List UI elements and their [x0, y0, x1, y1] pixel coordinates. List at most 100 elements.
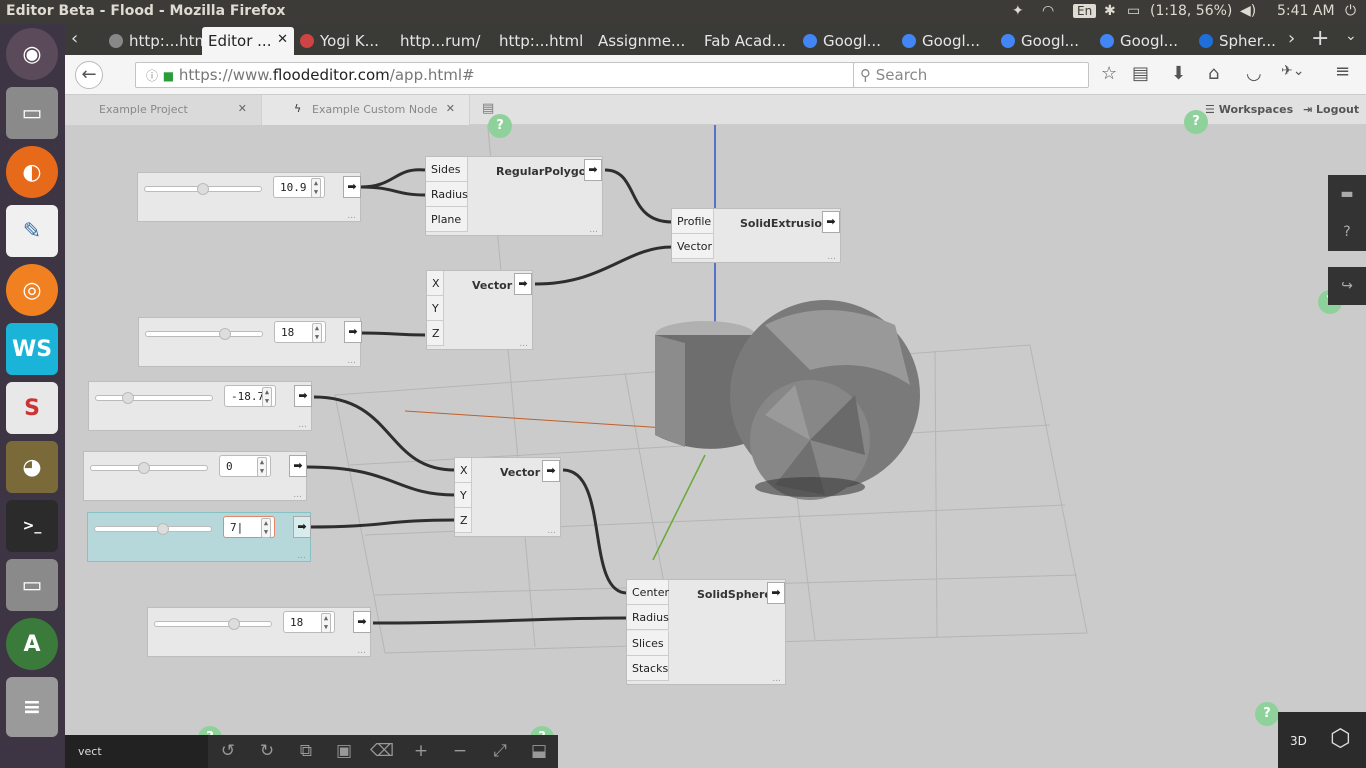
vector-node[interactable]: X Y Z Vector ➡ ... — [454, 457, 561, 537]
terminal-icon[interactable]: >_ — [6, 500, 58, 552]
solid-sphere-node[interactable]: Center Radius Slices Stacks SolidSphere … — [626, 579, 786, 685]
slack-icon[interactable]: S — [6, 382, 58, 434]
copy-icon[interactable]: ⧉ — [291, 741, 321, 761]
output-arrow-button[interactable]: ➡ — [767, 582, 785, 604]
node-options[interactable]: ... — [772, 674, 781, 684]
browser-tab[interactable]: http:...html — [493, 27, 592, 55]
slider-track[interactable] — [144, 183, 262, 195]
browser-tab[interactable]: Assignme... — [592, 27, 698, 55]
input-port-z[interactable]: Z — [455, 508, 472, 533]
input-port-y[interactable]: Y — [427, 296, 444, 321]
battery-icon[interactable]: ▭ — [1127, 3, 1140, 19]
number-input[interactable]: 10.9 ▲ ▼ — [273, 176, 325, 198]
spinner[interactable]: ▲ ▼ — [257, 457, 267, 477]
new-workspace-icon[interactable]: ▤ — [482, 101, 494, 116]
regular-polygon-node[interactable]: Sides Radius Plane RegularPolygon ➡ ... — [425, 156, 603, 236]
output-arrow-button[interactable]: ➡ — [289, 455, 307, 477]
slider-thumb[interactable] — [228, 618, 240, 630]
firefox-icon[interactable]: ◐ — [6, 146, 58, 198]
number-input[interactable]: 0 ▲ ▼ — [219, 455, 271, 477]
export-icon[interactable]: ⬓ — [524, 741, 554, 761]
browser-tab[interactable]: http...rum/ — [394, 27, 493, 55]
input-port-z[interactable]: Z — [427, 321, 444, 346]
browser-tab[interactable]: Spher... — [1193, 27, 1275, 55]
bookmark-star-icon[interactable]: ☆ — [1101, 63, 1117, 84]
help-button[interactable]: ? — [488, 114, 512, 138]
files-icon[interactable]: ▭ — [6, 559, 58, 611]
input-port-slices[interactable]: Slices — [627, 631, 669, 656]
input-port-vector[interactable]: Vector — [672, 234, 714, 259]
blender-icon[interactable]: ◎ — [6, 264, 58, 316]
tabs-scroll-right-icon[interactable]: › — [1288, 28, 1295, 49]
node-options[interactable]: ... — [357, 646, 366, 656]
input-port-plane[interactable]: Plane — [426, 207, 468, 232]
new-tab-icon[interactable]: + — [1311, 26, 1329, 51]
text-editor-icon[interactable]: ✎ — [6, 205, 58, 257]
close-tab-icon[interactable]: ✕ — [277, 32, 288, 47]
fit-view-icon[interactable]: ⤢ — [485, 741, 515, 761]
node-options[interactable]: ... — [589, 225, 598, 235]
info-icon[interactable]: ⓘ — [146, 69, 158, 83]
input-port-radius[interactable]: Radius — [627, 605, 669, 630]
node-search-input[interactable]: vect — [65, 735, 208, 768]
input-port-sides[interactable]: Sides — [426, 157, 468, 182]
updater-icon[interactable]: A — [6, 618, 58, 670]
node-options[interactable]: ... — [547, 526, 556, 536]
help-button[interactable]: ? — [1184, 110, 1208, 134]
paste-icon[interactable]: ▣ — [329, 741, 359, 761]
slider-thumb[interactable] — [219, 328, 231, 340]
slider-track[interactable] — [94, 523, 212, 535]
node-options[interactable]: ... — [298, 420, 307, 430]
home-icon[interactable]: ⌂ — [1208, 63, 1219, 84]
input-port-center[interactable]: Center — [627, 580, 669, 605]
downloads-icon[interactable]: ⬇ — [1171, 63, 1186, 84]
close-icon[interactable]: ✕ — [238, 102, 247, 115]
tabs-scroll-left-icon[interactable]: ‹ — [71, 28, 78, 49]
menu-icon[interactable]: ≡ — [1335, 61, 1350, 82]
output-arrow-button[interactable]: ➡ — [353, 611, 371, 633]
erase-icon[interactable]: ⌫ — [367, 741, 397, 761]
input-port-x[interactable]: X — [427, 271, 444, 296]
number-input[interactable]: -18.7 ▲ ▼ — [224, 385, 276, 407]
output-arrow-button[interactable]: ➡ — [343, 176, 361, 198]
output-arrow-button[interactable]: ➡ — [344, 321, 362, 343]
input-port-stacks[interactable]: Stacks — [627, 656, 669, 681]
spinner[interactable]: ▲ ▼ — [311, 178, 321, 198]
zoom-in-icon[interactable]: + — [406, 741, 436, 761]
zoom-out-icon[interactable]: − — [445, 741, 475, 761]
chat-icon[interactable]: ▬ — [1328, 175, 1366, 213]
help-icon[interactable]: ? — [1328, 213, 1366, 251]
number-slider-node-selected[interactable]: 7| ▲ ▼ ➡ ... — [87, 512, 311, 562]
help-button[interactable]: ? — [1255, 702, 1279, 726]
input-port-profile[interactable]: Profile — [672, 209, 714, 234]
slider-thumb[interactable] — [138, 462, 150, 474]
volume-icon[interactable]: ◀) — [1240, 3, 1256, 19]
extension-icon[interactable]: ✈⌄ — [1281, 63, 1304, 79]
browser-tab[interactable]: Googl... — [896, 27, 995, 55]
tab-example-project[interactable]: Example Project ✕ — [65, 95, 262, 125]
number-input[interactable]: 7| ▲ ▼ — [223, 516, 275, 538]
output-arrow-button[interactable]: ➡ — [294, 385, 312, 407]
browser-tab[interactable]: Googl... — [797, 27, 896, 55]
power-icon[interactable]: ⏻ — [1345, 3, 1356, 19]
ubuntu-icon[interactable]: ◉ — [6, 28, 58, 80]
close-icon[interactable]: ✕ — [446, 102, 455, 115]
browser-tab[interactable]: Fab Acad... — [698, 27, 797, 55]
number-slider-node[interactable]: 10.9 ▲ ▼ ➡ ... — [137, 172, 361, 222]
spinner[interactable]: ▲ ▼ — [262, 387, 272, 407]
vector-node[interactable]: X Y Z Vector ➡ ... — [426, 270, 533, 350]
number-slider-node[interactable]: 18 ▲ ▼ ➡ ... — [138, 317, 362, 367]
input-port-radius[interactable]: Radius — [426, 182, 468, 207]
view-toggle[interactable]: 3D ⬡ — [1278, 712, 1366, 768]
node-options[interactable]: ... — [347, 356, 356, 366]
number-slider-node[interactable]: -18.7 ▲ ▼ ➡ ... — [88, 381, 312, 431]
input-port-y[interactable]: Y — [455, 483, 472, 508]
battery-status[interactable]: (1:18, 56%) — [1150, 3, 1232, 19]
node-options[interactable]: ... — [293, 490, 302, 500]
node-options[interactable]: ... — [297, 551, 306, 561]
bluetooth-icon[interactable]: ✱ — [1104, 3, 1116, 19]
slider-track[interactable] — [95, 392, 213, 404]
keyboard-indicator[interactable]: En — [1073, 4, 1097, 18]
output-arrow-button[interactable]: ➡ — [822, 211, 840, 233]
number-input[interactable]: 18 ▲ ▼ — [274, 321, 326, 343]
